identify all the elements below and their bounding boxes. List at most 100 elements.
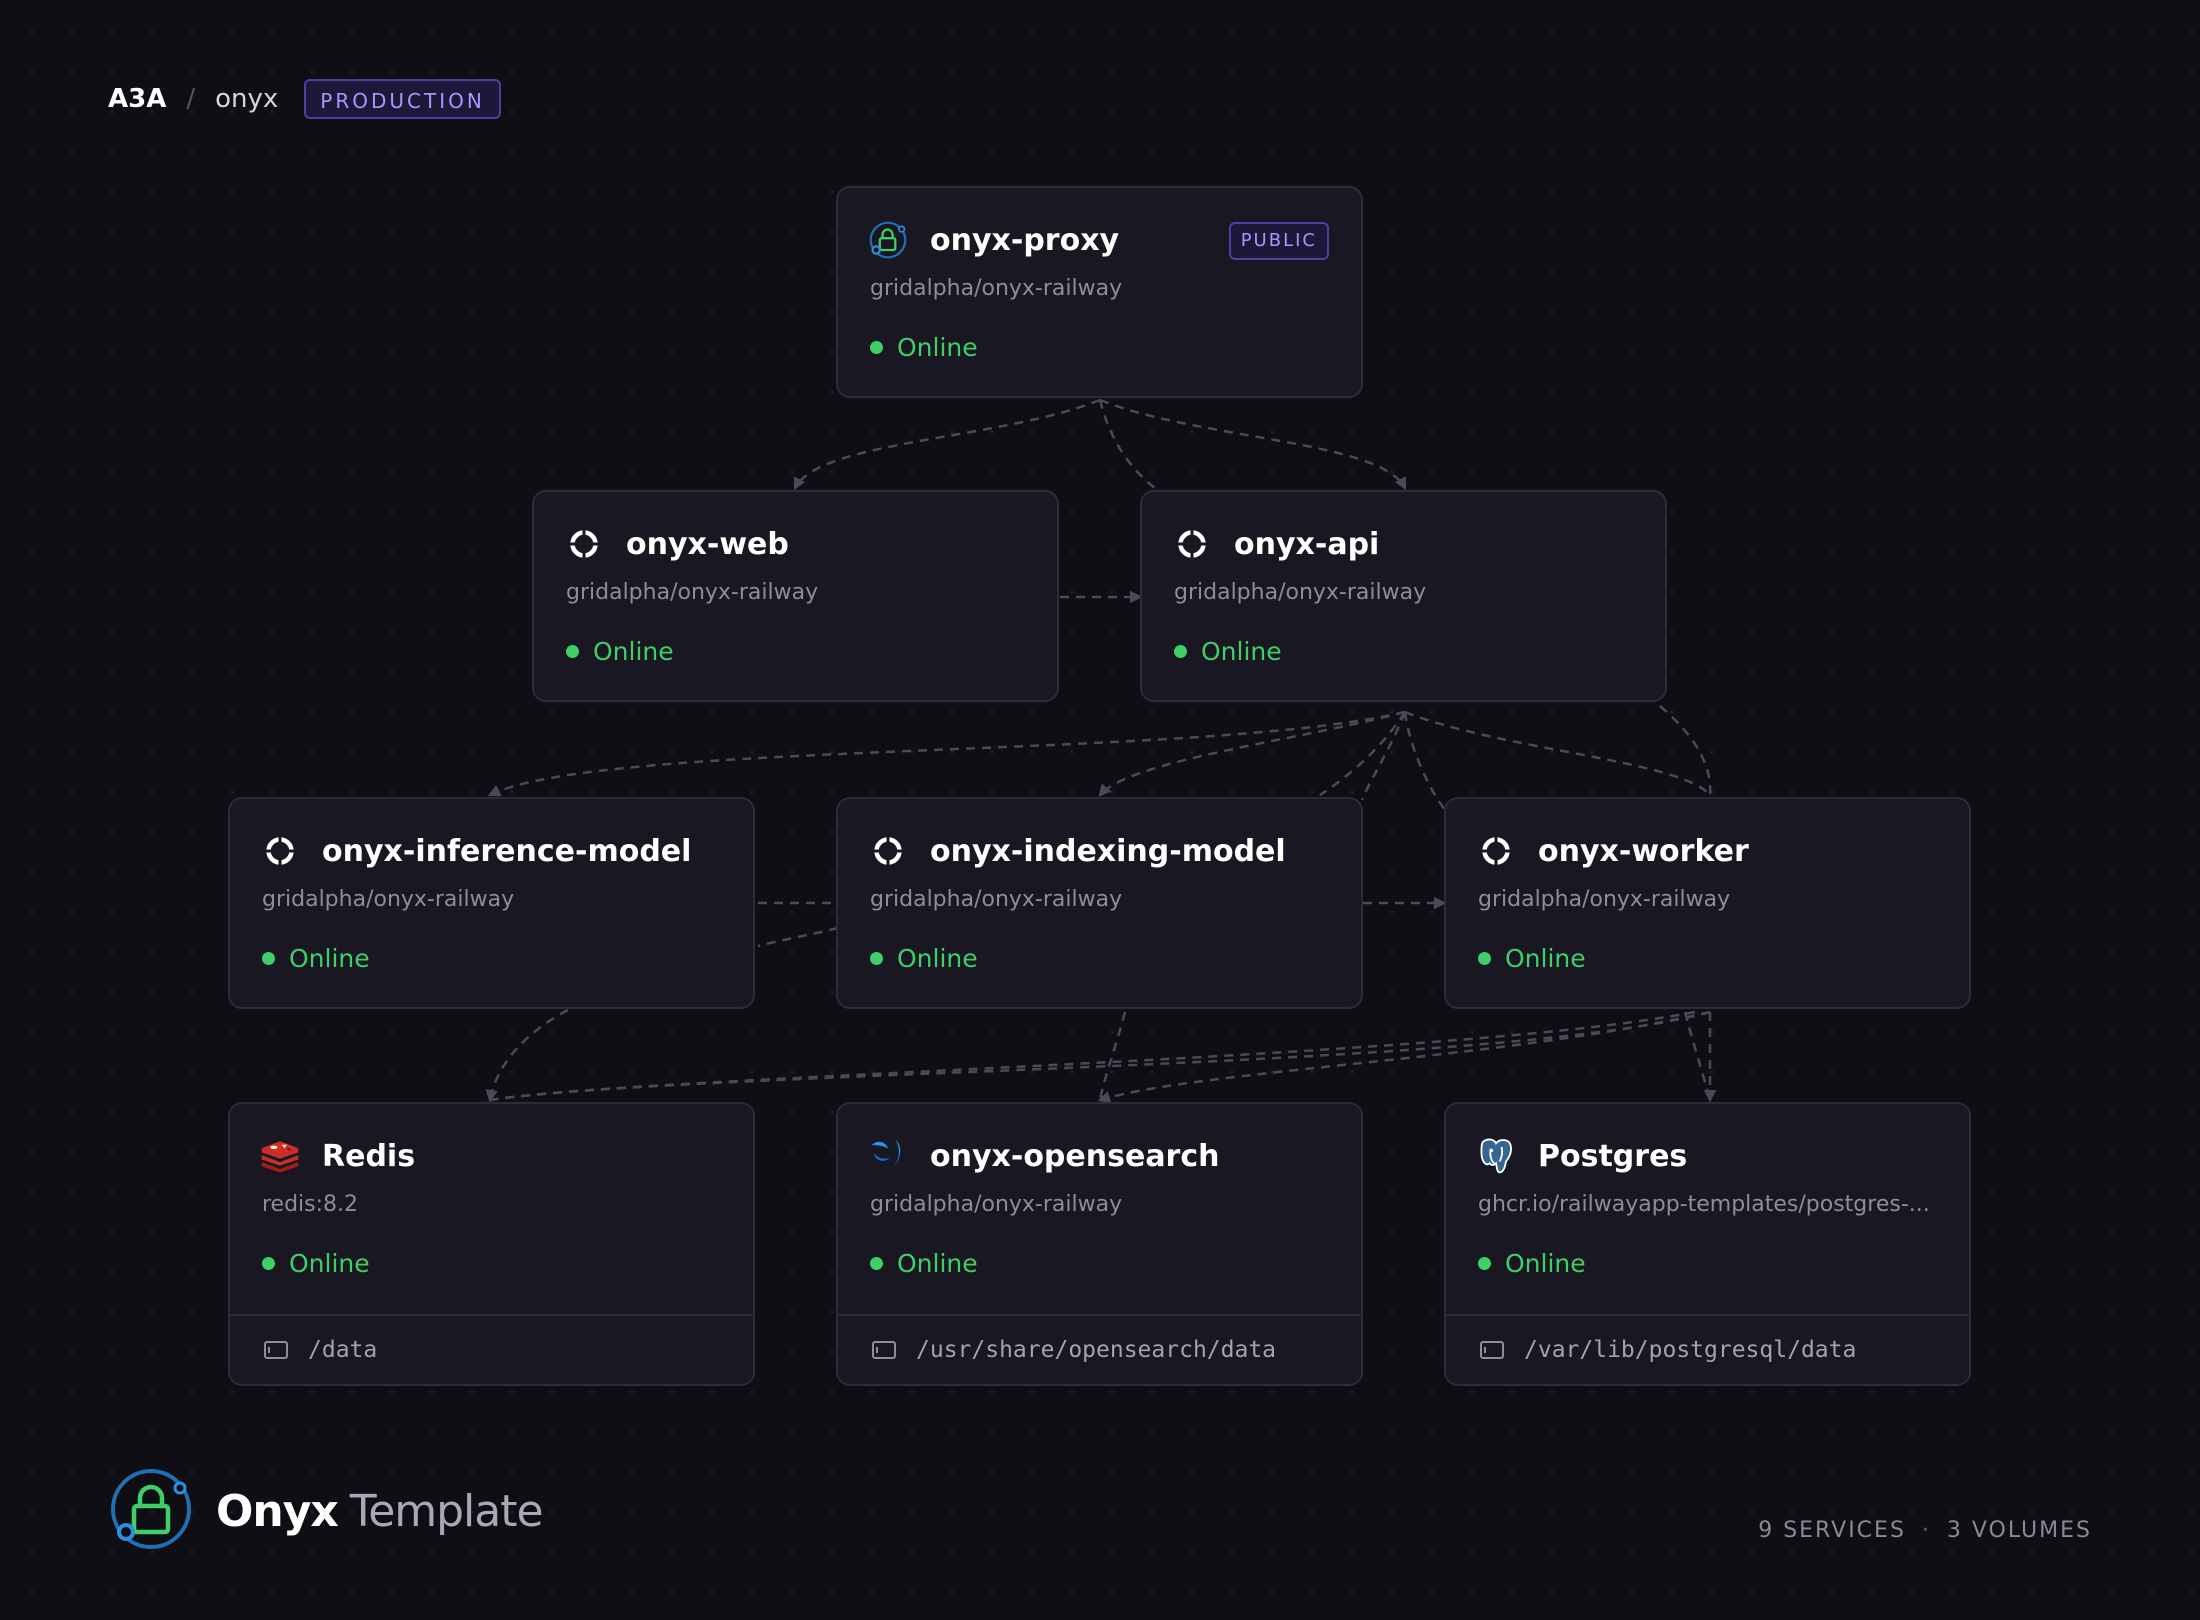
service-source: gridalpha/onyx-railway (870, 1192, 1123, 1217)
service-name: onyx-opensearch (930, 1138, 1220, 1174)
status-dot (566, 645, 579, 658)
project-stats: 9 SERVICES · 3 VOLUMES (1758, 1518, 2092, 1543)
breadcrumb: A3A / onyx PRODUCTION (108, 78, 501, 120)
volume-mount-path: /var/lib/postgresql/data (1524, 1337, 1857, 1363)
onyx-app-icon (1476, 831, 1516, 871)
service-source: gridalpha/onyx-railway (1174, 580, 1427, 605)
status-indicator: Online (1174, 637, 1282, 666)
service-card-onyx-api[interactable]: onyx-api gridalpha/onyx-railway Online (1140, 490, 1667, 702)
edge-indexing-opensearch (1098, 1011, 1127, 1101)
status-indicator: Online (1478, 1249, 1586, 1278)
status-indicator: Online (870, 333, 978, 362)
service-card-redis[interactable]: Redis redis:8.2 Online /data (228, 1102, 755, 1386)
edge-proxy-web (793, 398, 1101, 491)
opensearch-icon (868, 1136, 908, 1176)
volumes-count: 3 VOLUMES (1946, 1518, 2092, 1543)
edge-inference-redis (485, 1008, 569, 1103)
status-indicator: Online (262, 1249, 370, 1278)
status-dot (870, 952, 883, 965)
service-source: gridalpha/onyx-railway (870, 887, 1123, 912)
lock-network-icon (868, 220, 908, 260)
brand-suffix: Template (349, 1485, 544, 1537)
status-dot (262, 1257, 275, 1270)
volume-row[interactable]: /usr/share/opensearch/data (838, 1314, 1361, 1384)
service-card-onyx-web[interactable]: onyx-web gridalpha/onyx-railway Online (532, 490, 1059, 702)
environment-project-link[interactable]: onyx (215, 84, 278, 114)
status-text: Online (897, 333, 978, 362)
status-indicator: Online (566, 637, 674, 666)
edge-indexing-inference (757, 926, 839, 948)
service-card-onyx-inference-model[interactable]: onyx-inference-model gridalpha/onyx-rail… (228, 797, 755, 1009)
brand-name: Onyx (216, 1485, 339, 1537)
stats-separator: · (1921, 1518, 1931, 1543)
status-text: Online (289, 1249, 370, 1278)
volume-icon (264, 1341, 288, 1359)
edge-api-indexing-c (1319, 711, 1407, 797)
status-indicator: Online (1478, 944, 1586, 973)
edge-api-indexing-b (1360, 711, 1407, 801)
edge-worker-opensearch (1097, 1010, 1711, 1104)
environment-badge[interactable]: PRODUCTION (304, 79, 501, 119)
onyx-app-icon (868, 831, 908, 871)
status-text: Online (289, 944, 370, 973)
onyx-app-icon (260, 831, 300, 871)
service-name: onyx-worker (1538, 833, 1749, 869)
redis-icon (260, 1136, 300, 1176)
edge-proxy-api-inner (1098, 399, 1161, 494)
onyx-app-icon (564, 524, 604, 564)
service-card-postgres[interactable]: Postgres ghcr.io/railwayapp-templates/po… (1444, 1102, 1971, 1386)
onyx-logo-icon (108, 1466, 194, 1556)
service-name: onyx-web (626, 526, 789, 562)
service-name: Redis (322, 1138, 416, 1174)
service-source: redis:8.2 (262, 1192, 359, 1217)
edge-api-worker-c (1403, 711, 1447, 811)
volume-row[interactable]: /var/lib/postgresql/data (1446, 1314, 1969, 1384)
service-card-onyx-proxy[interactable]: onyx-proxy PUBLIC gridalpha/onyx-railway… (836, 186, 1363, 398)
service-source: gridalpha/onyx-railway (262, 887, 515, 912)
project-name[interactable]: A3A (108, 84, 166, 114)
service-card-onyx-worker[interactable]: onyx-worker gridalpha/onyx-railway Onlin… (1444, 797, 1971, 1009)
volume-mount-path: /data (308, 1337, 378, 1363)
status-text: Online (1201, 637, 1282, 666)
edge-worker-postgres-b (1683, 1011, 1712, 1101)
service-name: onyx-inference-model (322, 833, 692, 869)
status-dot (1478, 952, 1491, 965)
services-count: 9 SERVICES (1758, 1518, 1906, 1543)
status-text: Online (1505, 1249, 1586, 1278)
status-text: Online (1505, 944, 1586, 973)
template-brand: Onyx Template (108, 1466, 544, 1556)
status-indicator: Online (870, 1249, 978, 1278)
public-badge: PUBLIC (1228, 222, 1329, 260)
postgres-icon (1476, 1136, 1516, 1176)
status-indicator: Online (870, 944, 978, 973)
service-name: Postgres (1538, 1138, 1688, 1174)
status-text: Online (593, 637, 674, 666)
service-source: ghcr.io/railwayapp-templates/postgres-..… (1478, 1192, 1930, 1217)
edge-worker-redis (489, 1010, 1711, 1102)
edge-api-inference (487, 710, 1406, 797)
service-card-onyx-indexing-model[interactable]: onyx-indexing-model gridalpha/onyx-railw… (836, 797, 1363, 1009)
volume-mount-path: /usr/share/opensearch/data (916, 1337, 1277, 1363)
edge-worker-redis-b (489, 1010, 1696, 1102)
status-text: Online (897, 944, 978, 973)
onyx-app-icon (1172, 524, 1212, 564)
edge-api-worker-b (1659, 705, 1712, 796)
status-text: Online (897, 1249, 978, 1278)
edge-api-worker (1404, 710, 1711, 796)
volume-icon (872, 1341, 896, 1359)
status-dot (1174, 645, 1187, 658)
status-dot (870, 341, 883, 354)
service-name: onyx-proxy (930, 222, 1120, 258)
status-dot (262, 952, 275, 965)
edge-proxy-api (1099, 398, 1407, 491)
service-name: onyx-api (1234, 526, 1380, 562)
status-indicator: Online (262, 944, 370, 973)
service-source: gridalpha/onyx-railway (1478, 887, 1731, 912)
breadcrumb-separator: / (186, 84, 196, 114)
status-dot (1478, 1257, 1491, 1270)
service-card-onyx-opensearch[interactable]: onyx-opensearch gridalpha/onyx-railway O… (836, 1102, 1363, 1386)
service-source: gridalpha/onyx-railway (870, 276, 1123, 301)
volume-row[interactable]: /data (230, 1314, 753, 1384)
service-source: gridalpha/onyx-railway (566, 580, 819, 605)
status-dot (870, 1257, 883, 1270)
